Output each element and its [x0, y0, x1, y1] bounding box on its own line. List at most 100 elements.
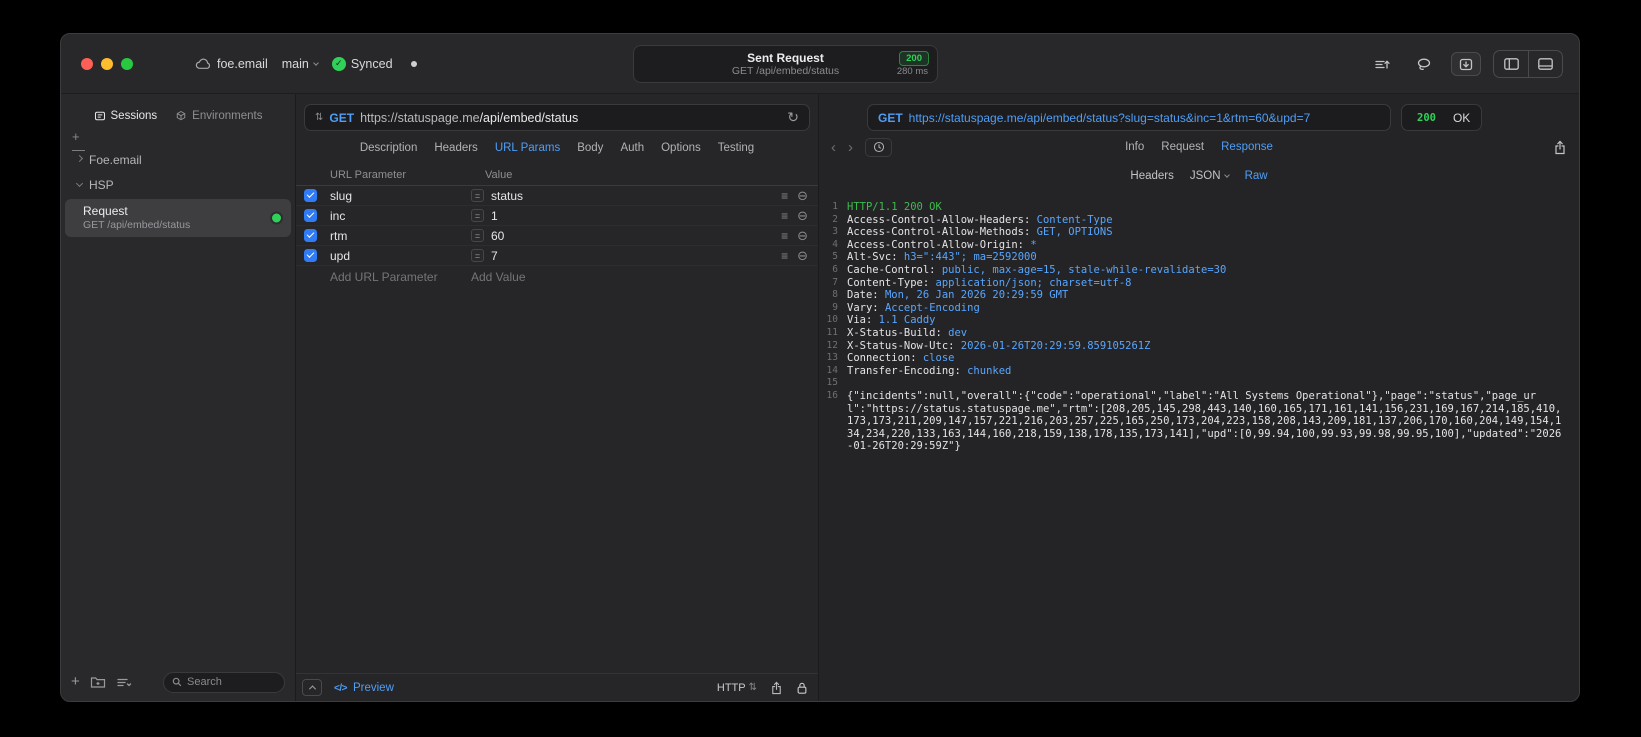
chevron-up-icon	[308, 685, 316, 693]
close-window-button[interactable]	[81, 57, 93, 70]
new-folder-button[interactable]	[90, 675, 106, 689]
response-status-text: OK	[1452, 110, 1471, 125]
tab-sessions[interactable]: Sessions	[94, 110, 157, 122]
branch-switcher[interactable]: main	[281, 56, 319, 71]
request-duration: 280 ms	[896, 66, 928, 77]
param-value-field[interactable]: 60	[491, 229, 504, 243]
share-request-button[interactable]	[770, 681, 783, 695]
sliders-icon[interactable]	[1367, 52, 1397, 76]
history-button[interactable]	[865, 137, 892, 157]
history-forward-button[interactable]: ›	[848, 140, 853, 155]
protocol-selector[interactable]: HTTP ⇅	[717, 682, 757, 694]
param-key-field[interactable]: inc	[330, 209, 471, 223]
add-param-key-placeholder[interactable]: Add URL Parameter	[330, 270, 471, 284]
response-line: 7 Content-Type: application/json; charse…	[823, 277, 1567, 290]
response-url: https://statuspage.me/api/embed/status?s…	[908, 110, 1311, 125]
request-method[interactable]: GET	[329, 111, 354, 125]
import-panel-icon[interactable]	[1451, 52, 1481, 76]
subtab-headers[interactable]: Headers	[1130, 170, 1173, 182]
subtab-json[interactable]: JSON	[1190, 170, 1230, 182]
add-param-value-placeholder[interactable]: Add Value	[471, 270, 526, 284]
sort-options-button[interactable]	[116, 676, 132, 689]
param-key-field[interactable]: slug	[330, 189, 471, 203]
history-back-button[interactable]: ‹	[831, 140, 836, 155]
response-tabs: Info Request Response	[1125, 141, 1273, 153]
param-value-field[interactable]: status	[491, 189, 523, 203]
response-viewer-panel: GET https://statuspage.me/api/embed/stat…	[819, 94, 1579, 701]
ssl-lock-button[interactable]	[796, 681, 808, 695]
toggle-sidebar-icon[interactable]	[1494, 51, 1528, 77]
tab-headers[interactable]: Headers	[434, 142, 477, 154]
request-list-item-selected[interactable]: Request GET /api/embed/status	[65, 199, 291, 237]
param-enabled-checkbox[interactable]	[304, 249, 317, 262]
remove-param-icon[interactable]	[797, 208, 808, 224]
add-request-button[interactable]: +	[71, 674, 80, 689]
tab-request[interactable]: Request	[1161, 141, 1204, 153]
protocol-label: HTTP	[716, 681, 746, 694]
toggle-bottom-panel-icon[interactable]	[1528, 51, 1562, 77]
project-name: foe.email	[217, 56, 268, 71]
param-enabled-checkbox[interactable]	[304, 229, 317, 242]
lasso-icon[interactable]	[1409, 52, 1439, 76]
zoom-window-button[interactable]	[121, 57, 133, 70]
line-number: 14	[826, 364, 838, 376]
tab-testing[interactable]: Testing	[718, 142, 754, 154]
param-key-field[interactable]: rtm	[330, 229, 471, 243]
tab-description[interactable]: Description	[360, 142, 418, 154]
export-response-button[interactable]	[1553, 140, 1567, 155]
resend-request-icon[interactable]: ↻	[787, 109, 799, 126]
response-url-bar[interactable]: GET https://statuspage.me/api/embed/stat…	[867, 104, 1391, 131]
expand-panel-button[interactable]	[302, 679, 322, 696]
tab-url-params[interactable]: URL Params	[495, 142, 560, 154]
tab-response[interactable]: Response	[1221, 141, 1273, 153]
remove-param-icon[interactable]	[797, 188, 808, 204]
param-key-field[interactable]: upd	[330, 249, 471, 263]
remove-param-icon[interactable]	[797, 228, 808, 244]
line-number: 10	[826, 314, 838, 326]
subtab-raw[interactable]: Raw	[1245, 170, 1268, 182]
param-enabled-checkbox[interactable]	[304, 189, 317, 202]
response-line: 8 Date: Mon, 26 Jan 2026 20:29:59 GMT	[823, 289, 1567, 302]
request-url-host[interactable]: https://statuspage.me	[360, 111, 480, 125]
request-url-path[interactable]: /api/embed/status	[480, 111, 579, 125]
layout-toggle-group	[1493, 50, 1563, 78]
search-input[interactable]: Search	[163, 671, 285, 693]
sync-status[interactable]: ✓ Synced	[331, 56, 393, 71]
remove-param-icon[interactable]	[797, 248, 808, 264]
cloud-icon	[195, 58, 211, 69]
drag-handle-icon[interactable]	[781, 209, 788, 223]
search-placeholder: Search	[187, 676, 222, 688]
tab-info[interactable]: Info	[1125, 141, 1144, 153]
method-dropdown-icon[interactable]: ⇅	[315, 112, 323, 123]
response-url-row: GET https://statuspage.me/api/embed/stat…	[867, 104, 1565, 131]
drag-handle-icon[interactable]	[781, 229, 788, 243]
param-enabled-checkbox[interactable]	[304, 209, 317, 222]
tab-options[interactable]: Options	[661, 142, 701, 154]
response-line: 10 Via: 1.1 Caddy	[823, 314, 1567, 327]
tree-group-foe-email[interactable]: Foe.email	[61, 147, 295, 172]
param-value-field[interactable]: 1	[491, 209, 498, 223]
response-raw-body[interactable]: 1 HTTP/1.1 200 OK 2 Access-Control-Allow…	[819, 189, 1579, 701]
drag-handle-icon[interactable]	[781, 189, 788, 203]
tab-environments-label: Environments	[192, 110, 263, 122]
tab-auth[interactable]: Auth	[620, 142, 644, 154]
equals-icon	[471, 189, 484, 202]
tree-group-hsp[interactable]: HSP	[61, 172, 295, 197]
drag-handle-icon[interactable]	[781, 249, 788, 263]
line-number: 11	[826, 326, 838, 338]
sent-request-pill[interactable]: Sent Request GET /api/embed/status 200 2…	[633, 45, 938, 83]
equals-icon	[471, 249, 484, 262]
request-url-bar[interactable]: ⇅ GET https://statuspage.me/api/embed/st…	[304, 104, 810, 131]
param-row: upd 7	[296, 246, 818, 266]
branch-name: main	[281, 56, 309, 71]
sidebar-footer: + Search	[61, 663, 295, 701]
response-line: 11 X-Status-Build: dev	[823, 327, 1567, 340]
updown-icon: ⇅	[748, 682, 757, 693]
tab-environments[interactable]: Environments	[175, 110, 262, 122]
tab-body[interactable]: Body	[577, 142, 603, 154]
response-line: 3 Access-Control-Allow-Methods: GET, OPT…	[823, 226, 1567, 239]
param-value-field[interactable]: 7	[491, 249, 498, 263]
project-switcher[interactable]: foe.email	[195, 57, 268, 71]
preview-button[interactable]: Preview	[334, 682, 394, 694]
minimize-window-button[interactable]	[101, 57, 113, 70]
